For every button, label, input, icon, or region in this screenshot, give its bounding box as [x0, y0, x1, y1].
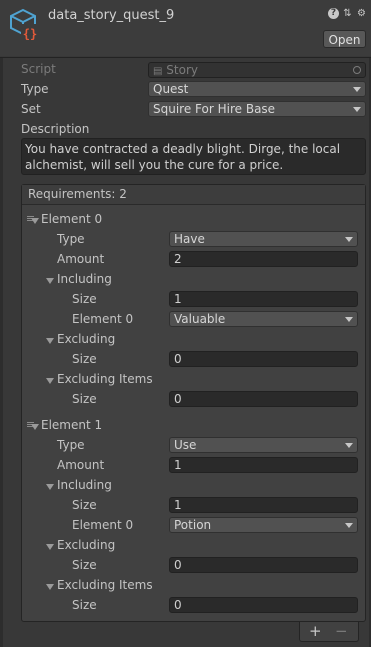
- element-0-type-value: Have: [174, 232, 205, 246]
- foldout-arrow-icon[interactable]: [46, 278, 54, 284]
- header-divider: [0, 57, 371, 58]
- element-0-including-size-label: Size: [72, 292, 97, 306]
- element-1-excluding-items-size-label: Size: [72, 598, 97, 612]
- left-panel-edge: [0, 58, 3, 647]
- element-1-type-label: Type: [57, 438, 85, 452]
- chevron-down-icon: [345, 443, 353, 448]
- element-0-including-foldout[interactable]: Including: [57, 272, 112, 286]
- chevron-down-icon: [345, 523, 353, 528]
- gear-icon[interactable]: ⚙: [356, 8, 367, 19]
- open-button[interactable]: Open: [323, 30, 366, 48]
- element-0-type-dropdown[interactable]: Have: [169, 231, 358, 247]
- foldout-arrow-icon[interactable]: [31, 424, 39, 430]
- requirements-header-label[interactable]: Requirements: 2: [28, 187, 127, 201]
- element-0-excluding-size-label: Size: [72, 352, 97, 366]
- script-label: Script: [21, 62, 56, 76]
- set-value: Squire For Hire Base: [153, 102, 276, 116]
- element-1-foldout[interactable]: Element 1: [41, 418, 102, 432]
- element-0-excluding-items-size-field[interactable]: 0: [169, 391, 358, 407]
- chevron-down-icon: [345, 317, 353, 322]
- foldout-arrow-icon[interactable]: [31, 218, 39, 224]
- type-label: Type: [21, 82, 49, 96]
- element-1-including-size-field[interactable]: 1: [169, 497, 358, 513]
- header-icon-bar: ? ⇅ ⚙: [328, 8, 367, 19]
- svg-text:{}: {}: [23, 27, 37, 41]
- element-0-including-el-dropdown[interactable]: Valuable: [169, 311, 358, 327]
- remove-element-button[interactable]: −: [335, 623, 348, 639]
- element-0-amount-label: Amount: [57, 252, 105, 266]
- element-0-excluding-items-foldout[interactable]: Excluding Items: [57, 372, 153, 386]
- element-1-including-el-value: Potion: [174, 518, 212, 532]
- element-0-excluding-items-size-label: Size: [72, 392, 97, 406]
- element-0-excluding-size-field[interactable]: 0: [169, 351, 358, 367]
- type-value: Quest: [153, 82, 189, 96]
- element-1-excluding-foldout[interactable]: Excluding: [57, 538, 115, 552]
- element-1-excluding-items-foldout[interactable]: Excluding Items: [57, 578, 153, 592]
- presets-icon[interactable]: ⇅: [342, 8, 353, 19]
- foldout-arrow-icon[interactable]: [46, 584, 54, 590]
- script-value: Story: [166, 63, 198, 77]
- chevron-down-icon: [353, 107, 361, 112]
- foldout-arrow-icon[interactable]: [46, 378, 54, 384]
- list-footer: + −: [299, 622, 359, 642]
- element-0-amount-field[interactable]: 2: [169, 251, 358, 267]
- element-1-excluding-size-label: Size: [72, 558, 97, 572]
- element-1-including-el-label: Element 0: [72, 518, 134, 532]
- element-1-including-el-dropdown[interactable]: Potion: [169, 517, 358, 533]
- element-1-type-value: Use: [174, 438, 197, 452]
- description-label: Description: [21, 122, 90, 136]
- scriptable-object-icon: {}: [10, 8, 39, 41]
- asset-title: data_story_quest_9: [48, 8, 175, 23]
- element-1-excluding-items-size-field[interactable]: 0: [169, 597, 358, 613]
- element-0-including-el-label: Element 0: [72, 312, 134, 326]
- element-0-including-el-value: Valuable: [174, 312, 226, 326]
- element-1-excluding-size-field[interactable]: 0: [169, 557, 358, 573]
- element-1-amount-label: Amount: [57, 458, 105, 472]
- set-label: Set: [21, 102, 41, 116]
- chevron-down-icon: [345, 237, 353, 242]
- chevron-down-icon: [353, 87, 361, 92]
- element-1-type-dropdown[interactable]: Use: [169, 437, 358, 453]
- add-element-button[interactable]: +: [309, 623, 322, 639]
- foldout-arrow-icon[interactable]: [46, 338, 54, 344]
- type-dropdown[interactable]: Quest: [148, 81, 366, 97]
- description-textarea[interactable]: You have contracted a deadly blight. Dir…: [21, 138, 366, 175]
- foldout-arrow-icon[interactable]: [46, 484, 54, 490]
- element-1-amount-field[interactable]: 1: [169, 457, 358, 473]
- element-0-foldout[interactable]: Element 0: [41, 212, 102, 226]
- element-1-including-foldout[interactable]: Including: [57, 478, 112, 492]
- element-0-type-label: Type: [57, 232, 85, 246]
- script-file-icon: ▤: [153, 66, 163, 77]
- object-picker-icon: [353, 66, 361, 74]
- set-dropdown[interactable]: Squire For Hire Base: [148, 101, 366, 117]
- element-1-including-size-label: Size: [72, 498, 97, 512]
- script-field: ▤ Story: [148, 62, 366, 78]
- foldout-arrow-icon[interactable]: [46, 544, 54, 550]
- element-0-excluding-foldout[interactable]: Excluding: [57, 332, 115, 346]
- element-0-including-size-field[interactable]: 1: [169, 291, 358, 307]
- help-icon[interactable]: ?: [328, 8, 339, 19]
